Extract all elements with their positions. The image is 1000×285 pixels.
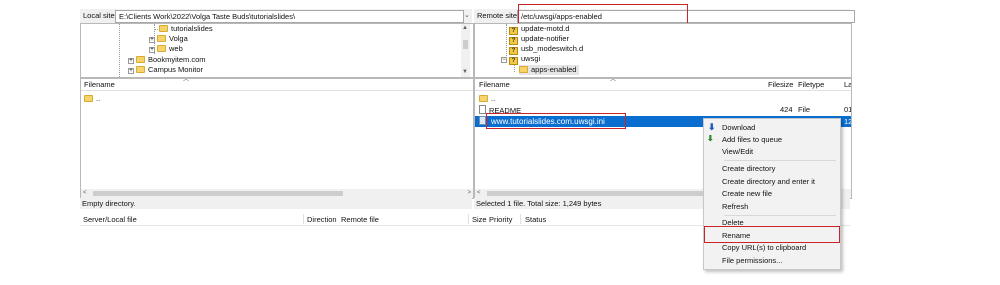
tree-item-label: tutorialslides [171,24,213,33]
menu-item-download[interactable]: Download [722,122,755,133]
menu-item-view-edit[interactable]: View/Edit [722,146,753,157]
remote-site-label: Remote site: [477,11,520,20]
tree-item-bookmyitem[interactable]: + Bookmyitem.com [128,55,206,65]
tree-item-label: web [169,44,183,53]
tree-item-label: Volga [169,34,188,43]
tree-item-web[interactable]: + web [149,44,183,54]
selected-file-highlight [486,113,626,129]
remote-tree: ? update-motd.d ? update-notifier ? usb_mod… [474,23,852,78]
menu-item-file-permissions[interactable]: File permissions... [722,255,782,266]
queue-column-remote-file[interactable]: Remote file [341,215,379,224]
tree-item-uwsgi[interactable]: −? uwsgi [501,54,541,65]
local-site-path-input[interactable]: E:\Clients Work\2022\Volga Taste Buds\tu… [115,10,464,23]
local-site-dropdown-icon[interactable]: ⌄ [464,11,470,19]
local-status-text: Empty directory. [82,199,136,208]
folder-icon [159,25,168,32]
add-queue-icon: ⬇ [707,134,714,143]
expand-icon[interactable]: + [149,47,155,53]
queue-column-direction[interactable]: Direction [307,215,337,224]
file-size: 424 [780,105,793,114]
local-list-header: Filename ︿ [81,79,473,91]
tree-item-tutorialslides[interactable]: tutorialslides [154,24,213,34]
column-filetype[interactable]: Filetype [798,79,824,90]
tree-item-update-notifier[interactable]: ? update-notifier [509,34,569,45]
local-status-bar: Empty directory. [80,198,472,209]
folder-icon [136,66,145,73]
folder-icon [519,66,528,73]
tree-item-label: usb_modeswitch.d [521,44,584,53]
config-file-icon [479,116,486,125]
tree-item-label: Bookmyitem.com [148,55,206,64]
tree-item-label: Campus Monitor [148,65,204,74]
tree-item-label: update-notifier [521,34,569,43]
tree-item-label: uwsgi [521,54,541,63]
unknown-folder-icon: ? [509,57,518,65]
expand-icon[interactable]: + [128,58,134,64]
tree-item-label: update-motd.d [521,24,570,33]
file-last-modified: 12/ [844,117,852,126]
local-site-path-text: E:\Clients Work\2022\Volga Taste Buds\tu… [119,12,296,21]
remote-list-header: Filename ︿ Filesize Filetype La [475,79,851,91]
download-icon: ⬇ [708,122,716,132]
tree-item-apps-enabled[interactable]: apps-enabled [519,65,580,75]
context-menu: ⬇ Download ⬇ Add files to queue View/Edi… [703,118,841,270]
rename-highlight [704,226,840,243]
file-name: .. [491,94,496,103]
local-list-scrollbar[interactable]: < > [81,189,473,198]
menu-item-create-directory-enter[interactable]: Create directory and enter it [722,176,815,187]
file-name: .. [96,94,101,103]
file-type: File [798,105,811,114]
queue-column-server-local-file[interactable]: Server/Local file [83,215,137,224]
folder-icon [136,56,145,63]
sort-icon: ︿ [183,78,190,83]
file-icon [479,105,486,114]
local-tree: tutorialslides + Volga + web + Bookmyitem.c… [80,23,474,78]
list-item[interactable]: .. [84,94,473,104]
tree-item-campus-monitor[interactable]: + Campus Monitor [128,65,203,75]
folder-icon [479,95,488,102]
folder-icon [84,95,93,102]
sort-icon: ︿ [610,78,617,83]
menu-separator [724,215,836,216]
column-filename[interactable]: Filename [479,79,510,90]
tree-item-volga[interactable]: + Volga [149,34,188,44]
menu-item-add-to-queue[interactable]: Add files to queue [722,134,782,145]
menu-item-refresh[interactable]: Refresh [722,201,748,212]
folder-icon [157,45,166,52]
local-tree-scrollbar[interactable]: ▲ ▼ [461,24,470,77]
menu-item-copy-url[interactable]: Copy URL(s) to clipboard [722,242,806,253]
column-filesize[interactable]: Filesize [768,79,793,90]
column-last-modified[interactable]: La [844,79,851,90]
list-item-parent[interactable]: .. [475,94,851,104]
queue-column-size[interactable]: Size [472,215,487,224]
tree-item-update-motd[interactable]: ? update-motd.d [509,24,570,35]
tree-item-label: apps-enabled [531,65,577,74]
queue-column-priority[interactable]: Priority [489,215,512,224]
local-site-label: Local site: [83,11,117,20]
file-last-modified: 01/ [844,105,852,114]
expand-icon[interactable]: + [128,68,134,74]
folder-icon [157,35,166,42]
tree-item-usb-modeswitch[interactable]: ? usb_modeswitch.d [509,44,584,55]
column-filename[interactable]: Filename [84,79,115,90]
queue-column-status[interactable]: Status [525,215,546,224]
remote-status-text: Selected 1 file. Total size: 1,249 bytes [476,199,602,208]
local-file-list: Filename ︿ .. < > [80,78,474,199]
local-site-bar: Local site: E:\Clients Work\2022\Volga T… [80,9,472,23]
menu-item-create-new-file[interactable]: Create new file [722,188,772,199]
expand-icon[interactable]: + [149,37,155,43]
menu-item-create-directory[interactable]: Create directory [722,163,775,174]
menu-separator [724,160,836,161]
collapse-icon[interactable]: − [501,57,507,63]
